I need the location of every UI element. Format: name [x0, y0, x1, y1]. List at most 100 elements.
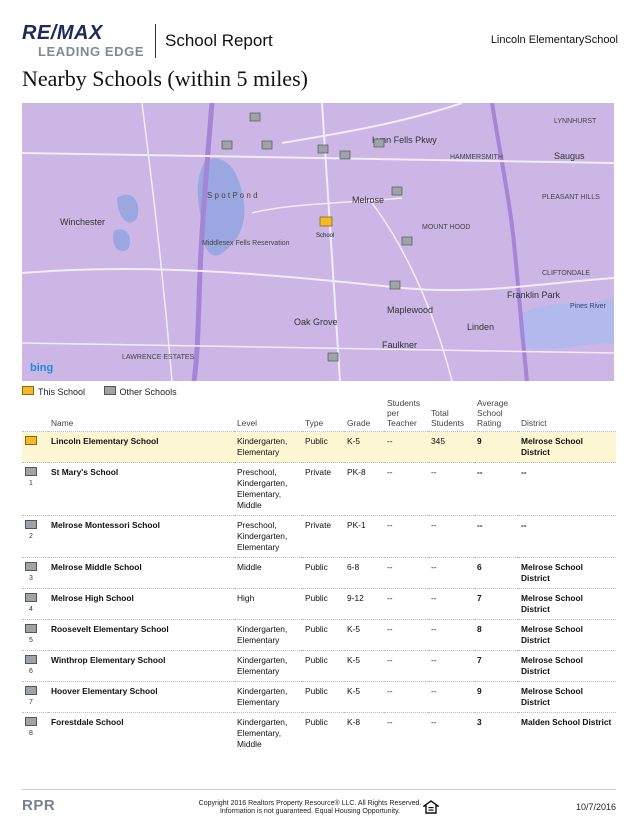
school-icon: 1 — [22, 462, 48, 516]
table-row: 8 Forestdale School Kindergarten, Elementa… — [22, 712, 616, 754]
cell-district: Melrose School District — [518, 557, 616, 589]
cell-grade: 6-8 — [344, 557, 384, 589]
map-label-pines-river: Pines River — [570, 303, 606, 310]
map-label-faulkner: Faulkner — [382, 340, 417, 350]
cell-district: Malden School District — [518, 712, 616, 754]
table-row: 5 Roosevelt Elementary School Kindergarten… — [22, 619, 616, 651]
cell-grade: PK-8 — [344, 462, 384, 516]
cell-district: Melrose School District — [518, 431, 616, 463]
school-marker-4 — [317, 144, 329, 154]
footer-divider — [22, 789, 616, 790]
table-header-row: Name Level Type Grade Students per Teach… — [22, 396, 616, 432]
cell-spt: -- — [384, 431, 428, 463]
cell-level: Kindergarten, Elementary — [234, 681, 302, 713]
table-row: 7 Hoover Elementary School Kindergarten, E… — [22, 681, 616, 713]
cell-total: -- — [428, 462, 474, 516]
school-icon: 5 — [22, 619, 48, 651]
logo-subtitle: LEADING EDGE — [38, 44, 145, 59]
cell-total: -- — [428, 588, 474, 620]
cell-type: Private — [302, 462, 344, 516]
cell-level: Kindergarten, Elementary — [234, 619, 302, 651]
icon-column-header — [22, 396, 48, 432]
cell-rating: -- — [474, 462, 518, 516]
map-label-saugus: Saugus — [554, 151, 585, 161]
cell-rating: 7 — [474, 650, 518, 682]
map-label-hammersmith: HAMMERSMITH — [450, 154, 503, 161]
school-number: 6 — [29, 668, 33, 675]
header-name: Name — [51, 418, 74, 428]
cell-level: Preschool, Kindergarten, Elementary — [234, 515, 302, 558]
map-label-school: School — [316, 233, 334, 239]
cell-spt: -- — [384, 650, 428, 682]
cell-grade: K-5 — [344, 650, 384, 682]
header-students-per-teacher: Students per Teacher — [387, 398, 421, 428]
cell-spt: -- — [384, 557, 428, 589]
cell-type: Public — [302, 681, 344, 713]
school-icon: 7 — [22, 681, 48, 713]
schools-table: Name Level Type Grade Students per Teach… — [22, 396, 616, 754]
map-label-spot-pond: S p o t P o n d — [207, 191, 258, 200]
cell-type: Private — [302, 515, 344, 558]
cell-grade: K-5 — [344, 681, 384, 713]
cell-level: Kindergarten, Elementary, Middle — [234, 712, 302, 754]
school-marker-1 — [249, 112, 261, 122]
cell-district: Melrose School District — [518, 588, 616, 620]
cell-name: St Mary's School — [48, 462, 234, 516]
school-number: 2 — [29, 533, 33, 540]
header-district: District — [521, 418, 547, 428]
copyright-line-1: Copyright 2016 Realtors Property Resourc… — [198, 800, 422, 807]
cell-rating: 7 — [474, 588, 518, 620]
map-label-winchester: Winchester — [60, 217, 105, 227]
cell-type: Public — [302, 650, 344, 682]
cell-grade: K-5 — [344, 431, 384, 463]
school-icon: 6 — [22, 650, 48, 682]
cell-type: Public — [302, 619, 344, 651]
schools-map[interactable]: Winchester S p o t P o n d Middlesex Fel… — [22, 103, 614, 381]
cell-spt: -- — [384, 619, 428, 651]
cell-total: -- — [428, 515, 474, 558]
cell-name: Melrose Montessori School — [48, 515, 234, 558]
cell-type: Public — [302, 431, 344, 463]
cell-district: -- — [518, 462, 616, 516]
cell-rating: 8 — [474, 619, 518, 651]
logo-wordmark: RE/MAX — [22, 22, 103, 44]
this-school-icon — [22, 431, 48, 463]
school-icon: 3 — [22, 557, 48, 589]
report-date: 10/7/2016 — [575, 802, 616, 812]
map-label-linden: Linden — [467, 322, 494, 332]
cell-type: Public — [302, 712, 344, 754]
cell-rating: 6 — [474, 557, 518, 589]
header-grade: Grade — [347, 418, 371, 428]
legend-other-schools-label: Other Schools — [119, 386, 177, 397]
school-marker-10 — [327, 352, 339, 362]
table-row: 1 St Mary's School Preschool, Kindergarten… — [22, 462, 616, 516]
cell-total: -- — [428, 650, 474, 682]
header-divider — [155, 24, 156, 58]
school-icon: 4 — [22, 588, 48, 620]
table-row: 4 Melrose High School High Public 9-12 -- -- 7 M… — [22, 588, 616, 620]
map-label-mount-hood: MOUNT HOOD — [422, 224, 470, 231]
school-icon: 8 — [22, 712, 48, 754]
school-marker-7 — [391, 186, 403, 196]
school-marker-3 — [261, 140, 273, 150]
cell-spt: -- — [384, 712, 428, 754]
cell-district: Melrose School District — [518, 619, 616, 651]
cell-name: Hoover Elementary School — [48, 681, 234, 713]
cell-spt: -- — [384, 515, 428, 558]
copyright-line-2: Information is not guaranteed. Equal Hou… — [219, 808, 401, 815]
cell-name: Forestdale School — [48, 712, 234, 754]
map-label-oak-grove: Oak Grove — [294, 317, 338, 327]
school-number: 8 — [29, 730, 33, 737]
map-label-lawrence: LAWRENCE ESTATES — [122, 354, 195, 361]
table-row: 6 Winthrop Elementary School Kindergarten,… — [22, 650, 616, 682]
cell-name: Roosevelt Elementary School — [48, 619, 234, 651]
header-type: Type — [305, 418, 324, 428]
school-marker-2 — [221, 140, 233, 150]
table-row: 2 Melrose Montessori School Preschool, Kin… — [22, 515, 616, 558]
cell-rating: -- — [474, 515, 518, 558]
cell-grade: 9-12 — [344, 588, 384, 620]
cell-rating: 9 — [474, 681, 518, 713]
cell-district: Melrose School District — [518, 681, 616, 713]
cell-spt: -- — [384, 462, 428, 516]
cell-total: -- — [428, 557, 474, 589]
